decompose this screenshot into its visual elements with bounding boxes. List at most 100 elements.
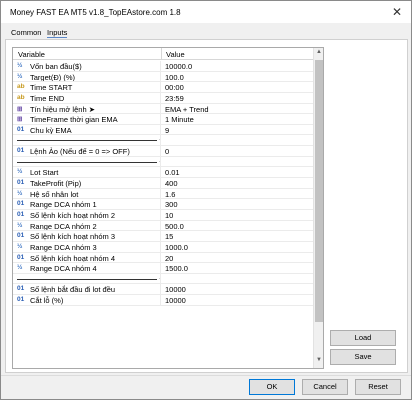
- param-value[interactable]: 10000: [165, 296, 186, 305]
- scroll-down-icon[interactable]: ▼: [315, 357, 323, 367]
- param-row[interactable]: 01 Chu kỳ EMA 9: [13, 124, 315, 136]
- enum-param-icon: ⊞: [17, 116, 23, 124]
- param-name-cell: ⊞ Tín hiệu mở lệnh ➤: [13, 103, 161, 114]
- param-row[interactable]: ½ Vốn ban đầu($) 10000.0: [13, 61, 315, 72]
- double-param-icon: ½: [17, 221, 23, 229]
- param-name-cell: ab Time END: [13, 92, 161, 103]
- param-row[interactable]: ⊞ Tín hiệu mở lệnh ➤ EMA + Trend: [13, 103, 315, 115]
- param-label: TakeProfit (Pip): [30, 179, 82, 188]
- param-row[interactable]: ½ Target(Đ) (%) 100.0: [13, 71, 315, 83]
- save-button[interactable]: Save: [330, 349, 396, 365]
- param-row[interactable]: 01 Cắt lỗ (%) 10000: [13, 295, 315, 306]
- separator-row[interactable]: ...: [13, 156, 315, 168]
- double-param-icon: ½: [17, 62, 23, 69]
- window-title: Money FAST EA MT5 v1.8_TopEAstore.com 1.…: [10, 8, 181, 17]
- string-param-icon: ab: [17, 83, 25, 91]
- scroll-up-icon[interactable]: ▲: [315, 49, 323, 59]
- param-row[interactable]: ½ Hệ số nhân lot 1.6: [13, 188, 315, 200]
- dialog-window: Money FAST EA MT5 v1.8_TopEAstore.com 1.…: [0, 0, 412, 400]
- param-row[interactable]: 01 Số lệnh kích hoạt nhóm 4 20: [13, 252, 315, 264]
- param-value[interactable]: 300: [165, 200, 178, 209]
- integer-param-icon: 01: [17, 179, 25, 187]
- param-label: Hệ số nhân lot: [30, 189, 79, 199]
- integer-param-icon: 01: [17, 200, 25, 208]
- param-label: Số lệnh bắt đầu đi lot đều: [30, 285, 116, 295]
- param-value[interactable]: 400: [165, 179, 178, 188]
- param-row[interactable]: ½ Lot Start 0.01: [13, 167, 315, 179]
- grid-header: Variable Value: [13, 48, 315, 60]
- param-row[interactable]: ½ Range DCA nhóm 2 500.0: [13, 220, 315, 232]
- param-name-cell: ½ Range DCA nhóm 2: [13, 220, 161, 231]
- integer-param-icon: 01: [17, 125, 25, 133]
- separator-dots: ...: [159, 135, 161, 143]
- vertical-scrollbar[interactable]: ▲ ▼: [313, 48, 323, 368]
- param-row[interactable]: ⊞ TimeFrame thời gian EMA 1 Minute: [13, 114, 315, 125]
- integer-param-icon: 01: [17, 285, 25, 293]
- param-name-cell: 01 Số lệnh bắt đầu đi lot đều: [13, 284, 161, 295]
- param-name-cell: 01 Chu kỳ EMA: [13, 124, 161, 135]
- inputs-grid[interactable]: Variable Value ½ Vốn ban đầu($) 10000.0 ½ Ta…: [12, 47, 324, 369]
- separator-cell: ...: [13, 273, 161, 284]
- separator-line: [17, 140, 157, 142]
- param-value[interactable]: 100.0: [165, 73, 184, 82]
- param-name-cell: ab Time START: [13, 82, 161, 92]
- param-value[interactable]: 15: [165, 232, 173, 241]
- param-label: Range DCA nhóm 1: [30, 200, 97, 209]
- cancel-button[interactable]: Cancel: [302, 379, 348, 395]
- param-row[interactable]: 01 Range DCA nhóm 1 300: [13, 199, 315, 210]
- double-param-icon: ½: [17, 242, 23, 250]
- param-value[interactable]: 1 Minute: [165, 115, 194, 124]
- param-label: Lệnh Ảo (Nếu để = 0 => OFF): [30, 147, 130, 156]
- param-row[interactable]: 01 Số lệnh bắt đầu đi lot đều 10000: [13, 284, 315, 296]
- param-value[interactable]: 10000.0: [165, 62, 192, 71]
- separator-line: [17, 161, 157, 163]
- param-name-cell: 01 Range DCA nhóm 1: [13, 199, 161, 209]
- param-value[interactable]: 1500.0: [165, 264, 188, 273]
- param-value[interactable]: 20: [165, 254, 173, 263]
- param-value[interactable]: EMA + Trend: [165, 105, 209, 114]
- param-row[interactable]: ab Time END 23:59: [13, 92, 315, 104]
- double-param-icon: ½: [17, 168, 23, 176]
- tab-inputs[interactable]: Inputs: [47, 28, 68, 38]
- param-row[interactable]: ½ Range DCA nhóm 3 1000.0: [13, 241, 315, 253]
- param-label: Target(Đ) (%): [30, 72, 76, 82]
- param-name-cell: ½ Target(Đ) (%): [13, 71, 161, 82]
- param-row[interactable]: ab Time START 00:00: [13, 82, 315, 93]
- separator-row[interactable]: ...: [13, 135, 315, 147]
- param-label: Vốn ban đầu($): [30, 62, 82, 71]
- separator-row[interactable]: ...: [13, 273, 315, 285]
- param-name-cell: 01 Lệnh Ảo (Nếu để = 0 => OFF): [13, 146, 161, 156]
- param-name-cell: ⊞ TimeFrame thời gian EMA: [13, 114, 161, 124]
- header-value[interactable]: Value: [166, 50, 185, 59]
- param-value[interactable]: 1.6: [165, 190, 175, 199]
- param-value[interactable]: 23:59: [165, 94, 184, 103]
- param-row[interactable]: 01 Lệnh Ảo (Nếu để = 0 => OFF) 0: [13, 146, 315, 157]
- string-param-icon: ab: [17, 93, 25, 101]
- separator-cell: ...: [13, 156, 161, 167]
- param-value[interactable]: 1000.0: [165, 243, 188, 252]
- param-name-cell: 01 TakeProfit (Pip): [13, 178, 161, 188]
- header-divider[interactable]: [161, 48, 162, 60]
- param-value[interactable]: 10: [165, 211, 173, 220]
- close-icon[interactable]: ✕: [389, 4, 405, 20]
- scroll-thumb[interactable]: [315, 60, 323, 322]
- param-row[interactable]: 01 Số lệnh kích hoạt nhóm 2 10: [13, 209, 315, 221]
- param-row[interactable]: 01 TakeProfit (Pip) 400: [13, 178, 315, 189]
- ok-button[interactable]: OK: [249, 379, 295, 395]
- reset-button[interactable]: Reset: [355, 379, 401, 395]
- param-value[interactable]: 0.01: [165, 168, 180, 177]
- param-value[interactable]: 9: [165, 126, 169, 135]
- load-button[interactable]: Load: [330, 330, 396, 346]
- param-name-cell: ½ Lot Start: [13, 167, 161, 178]
- param-row[interactable]: 01 Số lệnh kích hoạt nhóm 3 15: [13, 231, 315, 242]
- param-value[interactable]: 00:00: [165, 83, 184, 92]
- title-bar: Money FAST EA MT5 v1.8_TopEAstore.com 1.…: [1, 1, 411, 23]
- header-variable[interactable]: Variable: [18, 50, 45, 59]
- param-row[interactable]: ½ Range DCA nhóm 4 1500.0: [13, 263, 315, 274]
- param-value[interactable]: 500.0: [165, 222, 184, 231]
- param-value[interactable]: 10000: [165, 285, 186, 294]
- tab-common[interactable]: Common: [11, 28, 41, 37]
- param-name-cell: ½ Range DCA nhóm 4: [13, 263, 161, 273]
- param-label: Time START: [30, 83, 73, 92]
- param-value[interactable]: 0: [165, 147, 169, 156]
